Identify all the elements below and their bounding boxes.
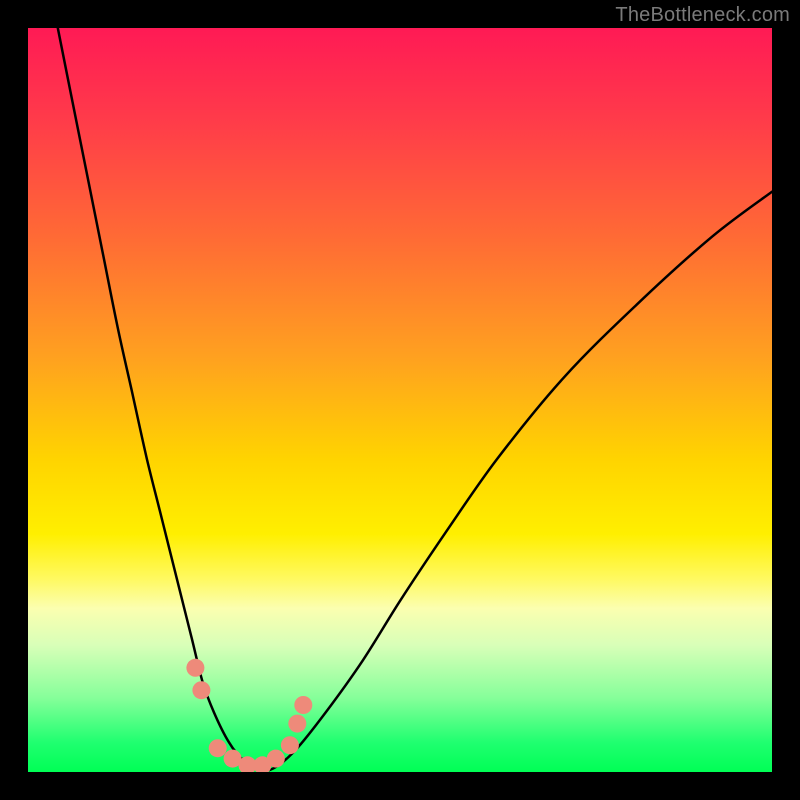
highlight-dots-group	[186, 659, 312, 772]
highlight-dot	[281, 736, 299, 754]
highlight-dot	[288, 715, 306, 733]
highlight-dot	[294, 696, 312, 714]
highlight-dot	[192, 681, 210, 699]
plot-area	[28, 28, 772, 772]
bottleneck-curve-svg	[28, 28, 772, 772]
highlight-dot	[267, 750, 285, 768]
watermark-text: TheBottleneck.com	[615, 4, 790, 27]
highlight-dot	[186, 659, 204, 677]
chart-frame: TheBottleneck.com	[0, 0, 800, 800]
bottleneck-curve-path	[58, 28, 772, 771]
highlight-dot	[209, 739, 227, 757]
